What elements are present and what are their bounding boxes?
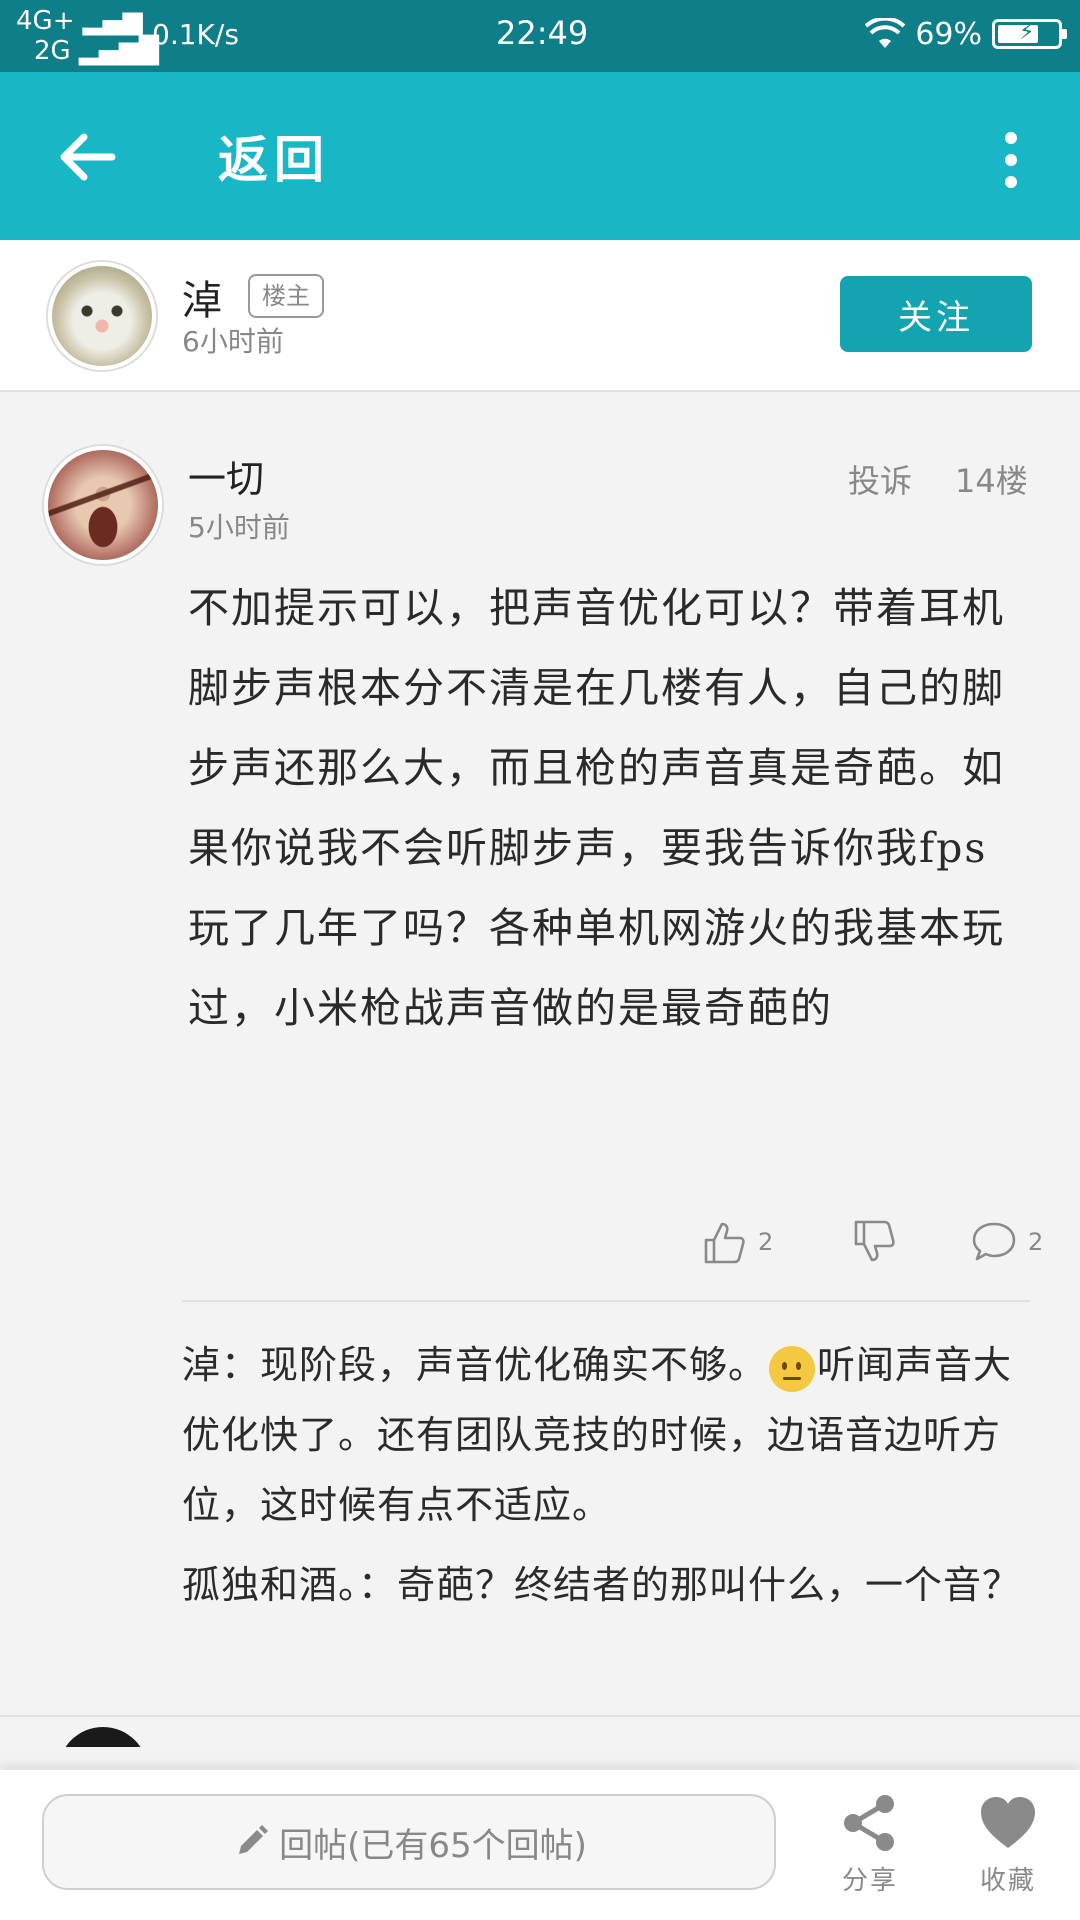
like-button[interactable]: 2 — [700, 1218, 773, 1266]
network-indicator: 4G+ ▂▄▆ 2G ▂▄▆█ — [16, 6, 159, 66]
post-timestamp: 5小时前 — [188, 511, 290, 544]
share-label: 分享 — [841, 1866, 898, 1896]
network-type-bottom: 2G — [34, 36, 71, 66]
bottom-bar: 回帖(已有65个回帖) 分享 收藏 — [0, 1770, 1080, 1920]
post-body: 不加提示可以，把声音优化可以？带着耳机脚步声根本分不清是在几楼有人，自己的脚步声… — [188, 584, 1005, 1032]
avatar[interactable] — [44, 446, 162, 564]
op-username[interactable]: 淖 — [182, 268, 222, 326]
thread-author-header: 淖 楼主 6小时前 关注 — [0, 240, 1080, 392]
comment-count: 2 — [1028, 1228, 1044, 1256]
sub-reply-separator: ： — [358, 1563, 398, 1607]
op-badge: 楼主 — [248, 274, 324, 318]
thumbs-up-icon — [704, 1222, 745, 1264]
share-icon — [844, 1795, 894, 1851]
favorite-label: 收藏 — [979, 1866, 1036, 1896]
floor-number: 14楼 — [955, 462, 1028, 500]
signal-icon: ▂▄▆ — [82, 6, 143, 36]
avatar — [58, 1727, 148, 1747]
share-button[interactable]: 分享 — [820, 1792, 920, 1902]
divider — [182, 1300, 1030, 1302]
reply-input[interactable]: 回帖(已有65个回帖) — [42, 1794, 776, 1890]
sub-reply-text: 奇葩？终结者的那叫什么，一个音？ — [397, 1563, 1022, 1607]
sub-reply-separator: ： — [221, 1343, 261, 1387]
sweat-smile-emoji-icon — [769, 1345, 816, 1392]
sub-reply-text: 现阶段，声音优化确实不够。 — [260, 1343, 768, 1387]
pencil-icon — [239, 1825, 269, 1854]
cat-avatar-image — [52, 266, 152, 366]
signal-icon: ▂▄▆█ — [78, 36, 159, 66]
warrior-avatar-image — [48, 450, 158, 560]
post-actions: 2 2 — [700, 1218, 1060, 1278]
network-speed: 0.1K/s — [152, 18, 239, 51]
avatar[interactable] — [48, 262, 156, 370]
comment-icon — [972, 1222, 1016, 1261]
more-vertical-icon[interactable] — [998, 130, 1024, 190]
sub-reply-author[interactable]: 淖 — [182, 1343, 221, 1387]
charging-icon: ⚡ — [1019, 20, 1035, 45]
heart-icon — [981, 1797, 1035, 1848]
post-username[interactable]: 一切 — [188, 448, 264, 503]
thumbs-down-icon — [854, 1220, 895, 1262]
reply-placeholder: 回帖(已有65个回帖) — [279, 1825, 587, 1866]
battery-icon: ⚡ — [992, 19, 1067, 49]
comment-button[interactable]: 2 — [970, 1218, 1043, 1266]
op-timestamp: 6小时前 — [182, 325, 284, 358]
sub-reply-author[interactable]: 孤独和酒。 — [182, 1563, 358, 1607]
sub-reply[interactable]: 孤独和酒。：奇葩？终结者的那叫什么，一个音？ — [182, 1550, 1032, 1620]
clock: 22:49 — [496, 14, 589, 52]
report-link[interactable]: 投诉 — [848, 456, 912, 502]
wifi-icon — [865, 18, 906, 48]
next-post-peek — [0, 1717, 1080, 1747]
follow-button[interactable]: 关注 — [840, 276, 1032, 352]
status-right: 69% ⚡ — [865, 14, 1067, 54]
status-bar: 4G+ ▂▄▆ 2G ▂▄▆█ 0.1K/s 22:49 69% ⚡ — [0, 0, 1080, 72]
back-title[interactable]: 返回 — [218, 120, 330, 192]
sub-reply[interactable]: 淖：现阶段，声音优化确实不够。 听闻声音大优化快了。还有团队竞技的时候，边语音边听… — [182, 1330, 1032, 1540]
app-bar: 返回 — [0, 72, 1080, 240]
favorite-button[interactable]: 收藏 — [958, 1792, 1058, 1902]
arrow-left-icon[interactable] — [52, 122, 122, 192]
battery-percent: 69% — [915, 16, 982, 52]
dislike-button[interactable] — [850, 1218, 898, 1266]
reply-post: 一切 5小时前 投诉 14楼 不加提示可以，把声音优化可以？带着耳机脚步声根本分… — [0, 410, 1080, 1717]
network-type-top: 4G+ — [16, 6, 75, 36]
like-count: 2 — [758, 1228, 774, 1256]
